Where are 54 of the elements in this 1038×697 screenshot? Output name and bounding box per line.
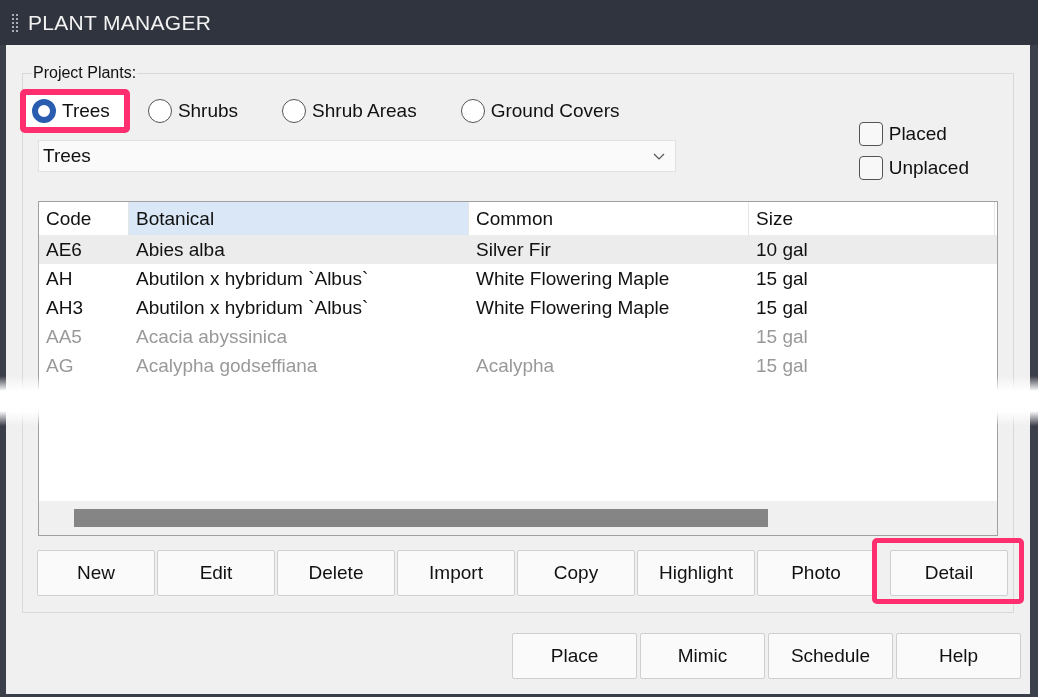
action-button[interactable]: Edit: [157, 550, 275, 596]
table-cell-text: Acacia abyssinica: [135, 324, 289, 349]
group-label: Project Plants:: [32, 64, 138, 82]
radio-circle[interactable]: [460, 99, 485, 123]
action-button[interactable]: Detail: [890, 550, 1008, 596]
action-button[interactable]: New: [37, 550, 155, 596]
table-cell-text: 15 gal: [755, 353, 809, 378]
table-cell-text: Acalypha godseffiana: [135, 353, 319, 378]
type-dropdown[interactable]: Trees: [38, 140, 676, 172]
action-button[interactable]: Copy: [517, 550, 635, 596]
action-button[interactable]: Import: [397, 550, 515, 596]
scrollbar-thumb[interactable]: [74, 509, 768, 527]
table-cell-text: Abies alba: [135, 237, 226, 262]
action-button[interactable]: Highlight: [637, 550, 755, 596]
table-row[interactable]: AH Abutilon x hybridum `Albus` White Flowering Maple 15 gal: [39, 264, 997, 293]
table-row[interactable]: AH3 Abutilon x hybridum `Albus` White Flowering Maple 15 gal: [39, 293, 997, 322]
selected-row[interactable]: AE6 Abies alba Silver Fir 10 gal: [39, 235, 997, 264]
action-button[interactable]: Delete: [277, 550, 395, 596]
chevron-down-icon: [653, 152, 665, 160]
table-cell-text: AH3: [45, 295, 84, 320]
footer-button[interactable]: Place: [512, 633, 637, 679]
checkbox-option[interactable]: Placed: [858, 122, 969, 146]
table-cell-text: White Flowering Maple: [475, 266, 671, 291]
radio-circle[interactable]: [32, 99, 56, 123]
table-cell-text: Silver Fir: [475, 237, 552, 262]
radio-circle[interactable]: [147, 99, 172, 123]
horizontal-scrollbar[interactable]: [39, 501, 997, 535]
footer-button[interactable]: Help: [896, 633, 1021, 679]
radio-button[interactable]: Ground Covers: [460, 99, 620, 123]
table-cell-text: AA5: [45, 324, 83, 349]
table-cell-text: AE6: [45, 237, 83, 262]
table-cell-text: 15 gal: [755, 295, 809, 320]
grip-icon[interactable]: [12, 13, 18, 32]
action-button[interactable]: Photo: [757, 550, 875, 596]
table-cell-text: 15 gal: [755, 266, 809, 291]
table-cell-text: Abutilon x hybridum `Albus`: [135, 266, 370, 291]
table-cell-text: Abutilon x hybridum `Albus`: [135, 295, 370, 320]
radio-button[interactable]: Shrubs: [147, 99, 239, 123]
checkbox-option[interactable]: Unplaced: [858, 156, 969, 180]
footer-button[interactable]: Schedule: [768, 633, 893, 679]
table-cell-text: 15 gal: [755, 324, 809, 349]
table-cell-text: AH: [45, 266, 74, 291]
checkbox[interactable]: [858, 156, 883, 180]
window-title: PLANT MANAGER: [28, 10, 212, 35]
radio-button[interactable]: Shrub Areas: [282, 99, 417, 123]
table-cell-text: Acalypha: [475, 353, 556, 378]
checkbox[interactable]: [858, 122, 883, 146]
radio-circle[interactable]: [282, 99, 307, 123]
radio-button[interactable]: Trees: [32, 99, 110, 123]
table-cell-text: White Flowering Maple: [475, 295, 671, 320]
footer-button[interactable]: Mimic: [640, 633, 765, 679]
column-header[interactable]: Botanical: [129, 202, 469, 235]
table-cell-text: 10 gal: [755, 237, 809, 262]
table-cell-text: AG: [45, 353, 75, 378]
